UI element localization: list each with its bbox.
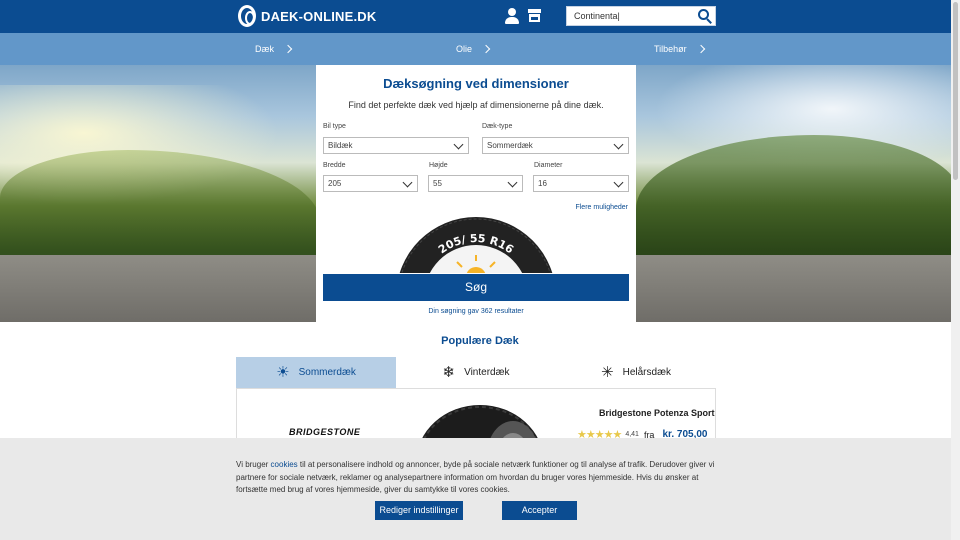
cookie-banner: Vi bruger cookies til at personalisere i… [0,438,960,540]
tab-label: Vinterdæk [464,367,510,378]
top-header: DAEK-ONLINE.DK [0,0,960,33]
tab-summer[interactable]: ☀ Sommerdæk [236,357,396,394]
nav-item-label: Tilbehør [654,44,687,54]
tire-type-select[interactable]: Sommerdæk [482,137,629,154]
chevron-right-icon [696,44,705,54]
tire-logo-icon [238,5,256,27]
chevron-right-icon [283,44,293,54]
tire-illustration: 205/ 55 R16 [396,215,556,273]
diameter-select[interactable]: 16 [533,175,629,192]
width-label: Bredde [323,162,346,169]
tab-label: Helårsdæk [622,367,671,378]
height-select[interactable]: 55 [428,175,523,192]
popular-title: Populære Dæk [441,335,519,347]
cookies-link[interactable]: cookies [271,460,298,469]
sun-icon: ☀ [276,364,290,381]
more-options-link[interactable]: Flere muligheder [575,204,628,211]
tab-label: Sommerdæk [298,367,356,378]
scrollbar-thumb[interactable] [953,2,958,180]
chevron-down-icon [613,177,624,188]
diameter-label: Diameter [534,162,563,169]
diameter-value: 16 [538,179,547,188]
brand-logo: BRIDGESTONE [289,427,361,437]
site-logo[interactable]: DAEK-ONLINE.DK [238,5,376,27]
panel-subtitle: Find det perfekte dæk ved hjælp af dimen… [348,100,604,110]
search-input[interactable] [567,7,695,25]
nav-item-daek[interactable]: Dæk [255,33,293,65]
nav-item-label: Olie [456,44,473,54]
tire-search-panel: Dæksøgning ved dimensioner Find det perf… [316,65,636,322]
cookie-text: Vi bruger cookies til at personalisere i… [236,460,715,494]
tire-season-tabs: ☀ Sommerdæk ❄ Vinterdæk ✳ Helårsdæk [236,357,716,394]
chevron-down-icon [453,139,464,150]
user-icon[interactable] [505,8,519,24]
width-value: 205 [328,179,342,188]
tab-winter[interactable]: ❄ Vinterdæk [396,357,556,388]
height-label: Højde [429,162,448,169]
tab-allseason[interactable]: ✳ Helårsdæk [556,357,716,388]
accept-cookies-button[interactable]: Accepter [502,501,577,520]
edit-settings-button[interactable]: Rediger indstillinger [375,501,463,520]
chevron-down-icon [613,139,624,150]
chevron-down-icon [402,177,413,188]
nav-item-label: Dæk [255,44,275,54]
logo-text: DAEK-ONLINE.DK [261,8,377,24]
results-count[interactable]: Din søgning gav 362 resultater [316,308,636,315]
car-type-value: Bildæk [328,141,353,150]
snowflake-icon: ❄ [442,364,456,381]
car-type-select[interactable]: Bildæk [323,137,469,154]
search-box [566,6,716,26]
main-nav: Dæk Olie Tilbehør [0,33,960,65]
tire-type-value: Sommerdæk [487,141,533,150]
sun-snowflake-icon: ✳ [601,364,614,381]
chevron-right-icon [481,44,491,54]
cart-icon[interactable] [528,9,541,22]
panel-title: Dæksøgning ved dimensioner [383,76,569,91]
search-icon[interactable] [698,9,712,24]
product-name[interactable]: Bridgestone Potenza Sport [599,408,715,418]
nav-item-olie[interactable]: Olie [456,33,491,65]
car-type-label: Bil type [323,123,346,130]
width-select[interactable]: 205 [323,175,418,192]
page-scrollbar[interactable] [951,0,960,540]
nav-item-tilbehoer[interactable]: Tilbehør [654,33,705,65]
search-button[interactable]: Søg [323,274,629,301]
chevron-down-icon [507,177,518,188]
height-value: 55 [433,179,442,188]
tire-type-label: Dæk-type [482,123,513,130]
rating-value: 4,41 [625,431,639,438]
